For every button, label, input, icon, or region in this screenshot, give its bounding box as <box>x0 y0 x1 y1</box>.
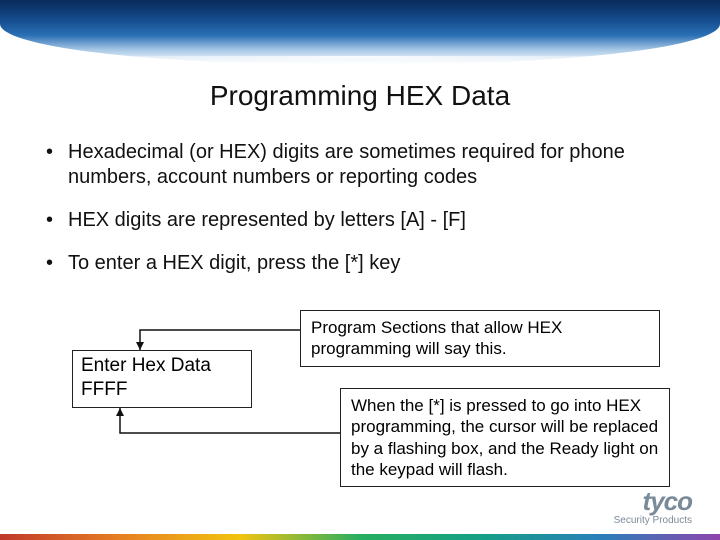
logo-sub: Security Products <box>614 515 692 526</box>
arrow-bottom <box>110 408 340 448</box>
bullet-item: To enter a HEX digit, press the [*] key <box>40 251 680 276</box>
arrow-top <box>130 320 300 350</box>
header-banner <box>0 0 720 64</box>
bullet-text: HEX digits are represented by letters [A… <box>68 209 466 231</box>
logo-main: tyco <box>614 486 692 517</box>
footer-stripe <box>0 534 720 540</box>
keypad-display: Enter Hex Data FFFF <box>72 350 252 408</box>
callout-bottom-text: When the [*] is pressed to go into HEX p… <box>351 396 658 479</box>
bullet-item: HEX digits are represented by letters [A… <box>40 208 680 233</box>
brand-logo: tyco Security Products <box>614 486 692 526</box>
bullet-text: Hexadecimal (or HEX) digits are sometime… <box>68 141 625 188</box>
callout-bottom: When the [*] is pressed to go into HEX p… <box>340 388 670 487</box>
bullet-text: To enter a HEX digit, press the [*] key <box>68 252 400 274</box>
bullet-list: Hexadecimal (or HEX) digits are sometime… <box>40 140 680 294</box>
callout-top-text: Program Sections that allow HEX programm… <box>311 318 562 358</box>
slide-title: Programming HEX Data <box>0 80 720 112</box>
display-line1: Enter Hex Data <box>73 351 251 379</box>
display-line2: FFFF <box>73 379 251 407</box>
slide: Programming HEX Data Hexadecimal (or HEX… <box>0 0 720 540</box>
bullet-item: Hexadecimal (or HEX) digits are sometime… <box>40 140 680 190</box>
callout-top: Program Sections that allow HEX programm… <box>300 310 660 367</box>
